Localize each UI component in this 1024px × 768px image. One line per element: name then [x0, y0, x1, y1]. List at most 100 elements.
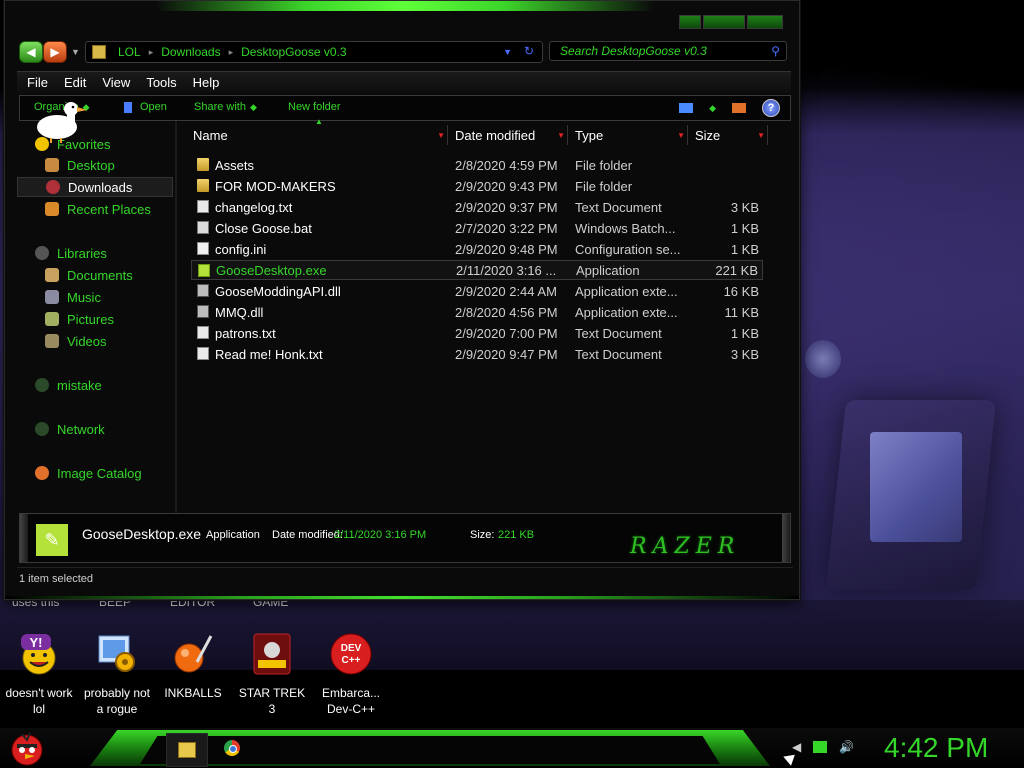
desktop-icon-yahoo[interactable]: Y! doesn't work lol	[0, 632, 78, 717]
column-dropdown-icon[interactable]: ▼	[557, 131, 565, 140]
dev-icon-text: C++	[342, 655, 361, 666]
file-type: Text Document	[575, 325, 662, 341]
search-icon[interactable]: ⚲	[771, 44, 780, 58]
recent-pages-dropdown[interactable]: ▼	[71, 47, 80, 57]
nav-pictures[interactable]: Pictures	[17, 310, 171, 328]
nav-libraries[interactable]: Libraries	[17, 244, 171, 262]
column-dropdown-icon[interactable]: ▼	[757, 131, 765, 140]
column-dropdown-icon[interactable]: ▼	[677, 131, 685, 140]
text-file-icon	[197, 347, 209, 360]
column-type[interactable]: Type ▼	[569, 125, 688, 145]
search-input[interactable]: Search DesktopGoose v0.3 ⚲	[549, 41, 787, 61]
file-row[interactable]: MMQ.dll 2/8/2020 4:56 PM Application exte.…	[191, 302, 763, 322]
column-label: Date modified	[455, 127, 536, 143]
address-bar[interactable]: LOL ▸ Downloads ▸ DesktopGoose v0.3 ▼ ↻	[85, 41, 543, 63]
show-hidden-icons-icon[interactable]: ◀	[792, 740, 801, 754]
help-icon[interactable]: ?	[762, 99, 780, 117]
back-arrow-icon: ◀	[26, 45, 36, 59]
file-row[interactable]: Close Goose.bat 2/7/2020 3:22 PM Windows B…	[191, 218, 763, 238]
nav-videos[interactable]: Videos	[17, 332, 171, 350]
file-row[interactable]: Assets 2/8/2020 4:59 PM File folder	[191, 155, 763, 175]
nav-mistake[interactable]: mistake	[17, 376, 171, 394]
taskbar-explorer-button[interactable]	[166, 733, 208, 767]
view-options-icon[interactable]: ◆	[709, 103, 716, 114]
breadcrumb-item[interactable]: LOL	[118, 45, 141, 59]
pictures-icon	[45, 312, 59, 326]
start-button-angry-bird-icon[interactable]	[8, 730, 46, 766]
file-size: 16 KB	[723, 283, 759, 299]
file-type: Application	[576, 262, 640, 278]
volume-icon[interactable]: 🔊	[839, 740, 854, 754]
refresh-icon[interactable]: ↻	[524, 44, 534, 58]
chrome-icon[interactable]	[224, 740, 240, 756]
preview-pane-icon[interactable]	[732, 103, 746, 113]
explorer-window: ◀ ▶ ▼ LOL ▸ Downloads ▸ DesktopGoose v0.…	[4, 0, 800, 600]
forward-button[interactable]: ▶	[43, 41, 67, 63]
column-date[interactable]: Date modified ▼	[449, 125, 568, 145]
nav-recent-places[interactable]: Recent Places	[17, 200, 171, 218]
details-size-label: Size:	[470, 529, 495, 541]
dll-file-icon	[197, 305, 209, 318]
navigation-pane: Favorites Desktop Downloads Recent Place…	[17, 123, 173, 511]
window-bottom-glow	[5, 596, 799, 599]
breadcrumb-item[interactable]: Downloads	[161, 45, 220, 59]
nav-label: Downloads	[68, 179, 133, 195]
file-type: Text Document	[575, 346, 662, 362]
column-dropdown-icon[interactable]: ▼	[437, 131, 445, 140]
back-button[interactable]: ◀	[19, 41, 43, 63]
desktop-icon-startrek[interactable]: STAR TREK 3	[233, 632, 311, 717]
nav-documents[interactable]: Documents	[17, 266, 171, 284]
nav-image-catalog[interactable]: Image Catalog	[17, 464, 171, 482]
maximize-button[interactable]	[703, 15, 745, 29]
change-view-icon[interactable]	[679, 103, 694, 113]
file-date: 2/8/2020 4:59 PM	[455, 157, 558, 173]
nav-network[interactable]: Network	[17, 420, 171, 438]
breadcrumb-separator-icon[interactable]: ▸	[149, 47, 154, 58]
file-row[interactable]: changelog.txt 2/9/2020 9:37 PM Text Docume…	[191, 197, 763, 217]
pane-divider[interactable]	[175, 121, 177, 515]
nav-music[interactable]: Music	[17, 288, 171, 306]
file-row[interactable]: GooseDesktop.exe 2/11/2020 3:16 ... Applic…	[191, 260, 763, 280]
address-dropdown-icon[interactable]: ▼	[503, 47, 512, 57]
homegroup-icon	[35, 378, 49, 392]
network-status-icon[interactable]	[813, 741, 828, 753]
nav-label: Videos	[67, 333, 107, 349]
column-name[interactable]: Name ▼	[181, 125, 448, 145]
file-row[interactable]: GooseModdingAPI.dll 2/9/2020 2:44 AM Appli…	[191, 281, 763, 301]
desktop-icon-devcpp[interactable]: DEV C++ Embarca... Dev-C++	[312, 632, 390, 717]
file-row[interactable]: FOR MOD-MAKERS 2/9/2020 9:43 PM File folde…	[191, 176, 763, 196]
downloads-icon	[46, 180, 60, 194]
file-name: Close Goose.bat	[215, 220, 312, 236]
new-folder-button[interactable]: New folder	[288, 101, 341, 113]
open-button[interactable]: Open	[124, 101, 167, 113]
breadcrumb-item[interactable]: DesktopGoose v0.3	[241, 45, 346, 59]
desktop-icon-label: 3	[268, 702, 276, 716]
file-row[interactable]: patrons.txt 2/9/2020 7:00 PM Text Document…	[191, 323, 763, 343]
yahoo-messenger-icon: Y!	[21, 634, 56, 675]
close-button[interactable]	[747, 15, 783, 29]
desktop-icon-inkballs[interactable]: INKBALLS	[154, 632, 232, 701]
file-type: Configuration se...	[575, 241, 681, 257]
menu-view[interactable]: View	[102, 75, 130, 90]
menu-file[interactable]: File	[27, 75, 48, 90]
clock[interactable]: 4:42 PM	[884, 732, 988, 764]
file-row[interactable]: Read me! Honk.txt 2/9/2020 9:47 PM Text Do…	[191, 344, 763, 364]
star-wars-game-icon	[253, 633, 291, 675]
folder-icon	[197, 158, 209, 171]
goose-app-icon	[198, 264, 210, 277]
minimize-button[interactable]	[679, 15, 701, 29]
desktop-icon-rogue[interactable]: probably not a rogue	[78, 632, 156, 717]
column-size[interactable]: Size ▼	[689, 125, 768, 145]
breadcrumb-separator-icon[interactable]: ▸	[229, 47, 234, 58]
menu-help[interactable]: Help	[193, 75, 220, 90]
file-row[interactable]: config.ini 2/9/2020 9:48 PM Configuration …	[191, 239, 763, 259]
nav-downloads[interactable]: Downloads	[17, 177, 173, 197]
nav-label: Recent Places	[67, 201, 151, 217]
share-with-button[interactable]: Share with ◆	[194, 101, 257, 113]
nav-desktop[interactable]: Desktop	[17, 156, 171, 174]
menu-edit[interactable]: Edit	[64, 75, 86, 90]
dll-file-icon	[197, 284, 209, 297]
toolbar-right: ◆ ?	[679, 99, 780, 117]
details-edge	[782, 514, 790, 562]
menu-tools[interactable]: Tools	[146, 75, 176, 90]
